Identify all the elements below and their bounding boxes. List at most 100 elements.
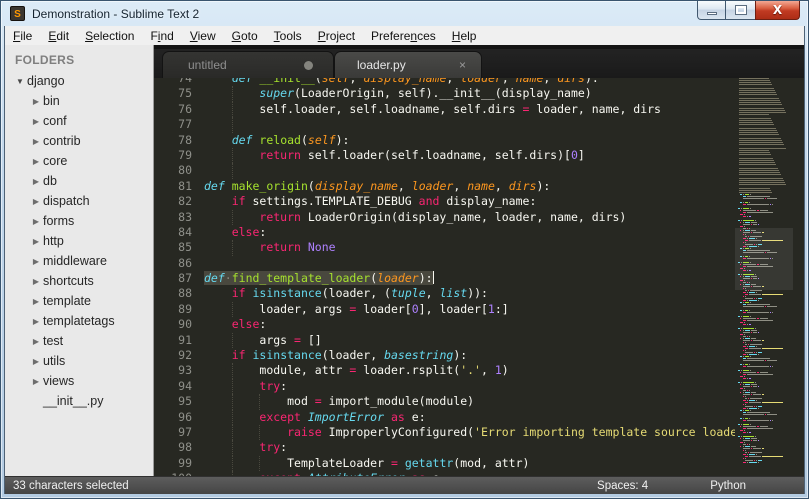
code-line-94[interactable]: 94 try: — [154, 378, 735, 395]
line-content: if isinstance(loader, (tuple, list)): — [231, 286, 488, 301]
sidebar-item-template[interactable]: ▶ template — [5, 291, 153, 311]
dirty-dot-icon[interactable] — [304, 60, 313, 70]
menu-help[interactable]: Help — [444, 28, 485, 44]
triangle-right-icon[interactable]: ▶ — [29, 117, 43, 126]
code-line-84[interactable]: 84 else: — [154, 225, 735, 240]
triangle-right-icon[interactable]: ▶ — [29, 177, 43, 186]
sidebar-item-utils[interactable]: ▶ utils — [5, 351, 153, 371]
line-content: try: — [204, 378, 287, 395]
minimize-button[interactable] — [697, 1, 726, 20]
triangle-right-icon[interactable]: ▶ — [29, 137, 43, 146]
menu-selection[interactable]: Selection — [77, 28, 142, 44]
code-line-82[interactable]: 82 if settings.TEMPLATE_DEBUG and displa… — [154, 194, 735, 209]
maximize-button[interactable] — [726, 1, 755, 20]
triangle-right-icon[interactable]: ▶ — [29, 377, 43, 386]
sidebar-item-bin[interactable]: ▶ bin — [5, 91, 153, 111]
code-line-78[interactable]: 78 def reload(self): — [154, 133, 735, 148]
code-line-79[interactable]: 79 return self.loader(self.loadname, sel… — [154, 147, 735, 164]
minimap[interactable] — [735, 78, 793, 476]
triangle-right-icon[interactable]: ▶ — [29, 317, 43, 326]
sidebar-item-label: __init__.py — [43, 394, 104, 408]
code-clip: 74 def __init__(self, display_name, load… — [154, 78, 735, 476]
code-line-80[interactable]: 80 — [154, 163, 735, 179]
code-line-89[interactable]: 89 loader, args = loader[0], loader[1:] — [154, 301, 735, 318]
triangle-right-icon[interactable]: ▶ — [29, 197, 43, 206]
triangle-right-icon[interactable]: ▶ — [29, 257, 43, 266]
triangle-right-icon[interactable]: ▶ — [29, 157, 43, 166]
code-line-92[interactable]: 92 if isinstance(loader, basestring): — [154, 348, 735, 363]
sidebar-item-dispatch[interactable]: ▶ dispatch — [5, 191, 153, 211]
indent-setting[interactable]: Spaces: 4 — [597, 480, 648, 492]
line-content: loader, args = loader[0], loader[1:] — [204, 301, 509, 318]
code-line-83[interactable]: 83 return LoaderOrigin(display_name, loa… — [154, 209, 735, 225]
main-content: FOLDERS ▼ django ▶ bin ▶ conf ▶ contrib ▶ core ▶ db… — [5, 45, 804, 476]
sidebar-item-forms[interactable]: ▶ forms — [5, 211, 153, 231]
line-number: 86 — [178, 255, 192, 270]
triangle-right-icon[interactable]: ▶ — [29, 237, 43, 246]
sidebar-item-middleware[interactable]: ▶ middleware — [5, 251, 153, 271]
menu-edit[interactable]: Edit — [40, 28, 77, 44]
line-number: 92 — [178, 348, 192, 363]
code-line-100[interactable]: 100 except AttributeError as e: — [154, 471, 735, 476]
sidebar-item-http[interactable]: ▶ http — [5, 231, 153, 251]
menu-project[interactable]: Project — [310, 28, 363, 44]
syntax-mode[interactable]: Python — [710, 480, 746, 492]
code-line-74[interactable]: 74 def __init__(self, display_name, load… — [154, 78, 735, 86]
triangle-right-icon[interactable]: ▶ — [29, 217, 43, 226]
tab-loader-py[interactable]: loader.py × — [334, 51, 482, 78]
sidebar-item-shortcuts[interactable]: ▶ shortcuts — [5, 271, 153, 291]
code-line-76[interactable]: 76 self.loader, self.loadname, self.dirs… — [154, 101, 735, 118]
code-line-81[interactable]: 81 def make_origin(display_name, loader, … — [154, 179, 735, 194]
sidebar-item-test[interactable]: ▶ test — [5, 331, 153, 351]
sidebar-item-contrib[interactable]: ▶ contrib — [5, 131, 153, 151]
menu-file[interactable]: File — [5, 28, 40, 44]
code-line-95[interactable]: 95 mod = import_module(module) — [154, 394, 735, 410]
tab-untitled[interactable]: untitled — [162, 51, 334, 78]
line-number: 80 — [178, 163, 192, 178]
code-line-87[interactable]: 87 def·find_template_loader(loader): — [154, 271, 735, 286]
menu-preferences[interactable]: Preferences — [363, 28, 444, 44]
line-number: 91 — [178, 332, 192, 347]
triangle-down-icon[interactable]: ▼ — [13, 77, 27, 86]
triangle-right-icon[interactable]: ▶ — [29, 357, 43, 366]
sidebar-item-label: contrib — [43, 134, 81, 148]
code-line-85[interactable]: 85 return None — [154, 240, 735, 256]
folder-tree: ▼ django ▶ bin ▶ conf ▶ contrib ▶ core ▶ db ▶ dispatc… — [5, 71, 153, 411]
code-line-96[interactable]: 96 except ImportError as e: — [154, 409, 735, 425]
sidebar-item-templatetags[interactable]: ▶ templatetags — [5, 311, 153, 331]
menu-view[interactable]: View — [182, 28, 224, 44]
line-number: 89 — [178, 301, 192, 316]
line-number: 79 — [178, 147, 192, 162]
line-number: 77 — [178, 117, 192, 132]
title-bar[interactable]: S Demonstration - Sublime Text 2 X — [1, 1, 808, 26]
sidebar-item-django[interactable]: ▼ django — [5, 71, 153, 91]
code-area[interactable]: 74 def __init__(self, display_name, load… — [154, 78, 804, 476]
line-content: def·find_template_loader(loader): — [204, 271, 434, 286]
menu-goto[interactable]: Goto — [224, 28, 266, 44]
code-line-75[interactable]: 75 super(LoaderOrigin, self).__init__(di… — [154, 86, 735, 102]
code-line-86[interactable]: 86 — [154, 256, 735, 271]
code-line-91[interactable]: 91 args = [] — [154, 332, 735, 349]
minimap-viewport[interactable] — [735, 228, 793, 290]
sidebar-item-core[interactable]: ▶ core — [5, 151, 153, 171]
code-line-93[interactable]: 93 module, attr = loader.rsplit('.', 1) — [154, 363, 735, 379]
sidebar-item-db[interactable]: ▶ db — [5, 171, 153, 191]
menu-find[interactable]: Find — [142, 28, 181, 44]
sidebar-item-label: http — [43, 234, 64, 248]
tab-close-icon[interactable]: × — [459, 59, 466, 71]
close-button[interactable]: X — [755, 1, 800, 20]
sidebar-item-conf[interactable]: ▶ conf — [5, 111, 153, 131]
code-line-98[interactable]: 98 try: — [154, 440, 735, 456]
triangle-right-icon[interactable]: ▶ — [29, 97, 43, 106]
code-line-97[interactable]: 97 raise ImproperlyConfigured('Error imp… — [154, 424, 735, 441]
sidebar-item--init-py[interactable]: __init__.py — [5, 391, 153, 411]
sidebar-item-views[interactable]: ▶ views — [5, 371, 153, 391]
triangle-right-icon[interactable]: ▶ — [29, 337, 43, 346]
menu-tools[interactable]: Tools — [266, 28, 310, 44]
triangle-right-icon[interactable]: ▶ — [29, 297, 43, 306]
code-line-99[interactable]: 99 TemplateLoader = getattr(mod, attr) — [154, 455, 735, 472]
code-line-90[interactable]: 90 else: — [154, 317, 735, 332]
code-line-88[interactable]: 88 if isinstance(loader, (tuple, list)): — [154, 286, 735, 301]
triangle-right-icon[interactable]: ▶ — [29, 277, 43, 286]
code-line-77[interactable]: 77 — [154, 117, 735, 133]
